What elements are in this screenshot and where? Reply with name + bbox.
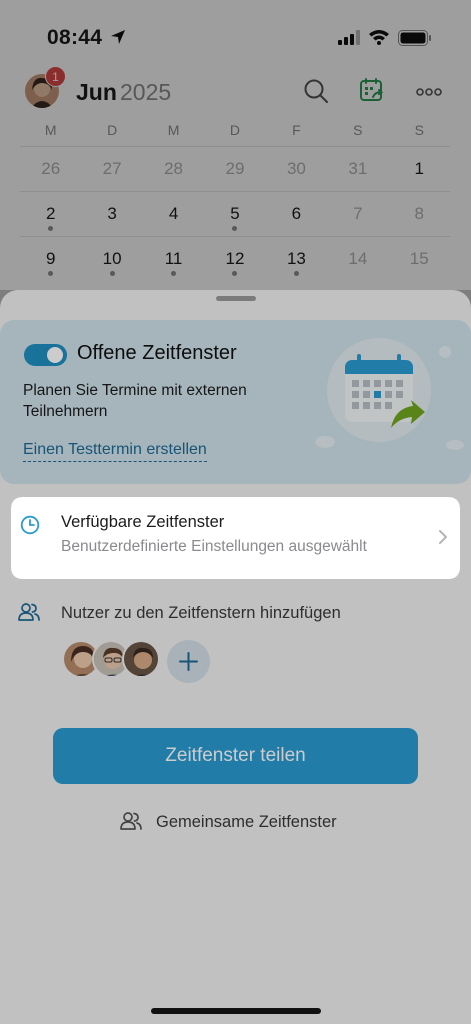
- users-icon: [18, 603, 40, 621]
- available-slots-row[interactable]: Verfügbare Zeitfenster Benutzerdefiniert…: [11, 497, 460, 579]
- available-slots-card[interactable]: Verfügbare Zeitfenster Benutzerdefiniert…: [11, 497, 460, 579]
- available-slots-subtitle: Benutzerdefinierte Einstellungen ausgewä…: [61, 538, 367, 555]
- clock-icon: [20, 515, 40, 535]
- available-slots-title: Verfügbare Zeitfenster: [61, 513, 225, 531]
- user-avatar[interactable]: [122, 640, 160, 678]
- open-slots-toggle[interactable]: [24, 344, 67, 366]
- promo-title: Offene Zeitfenster: [77, 342, 237, 364]
- test-appointment-link[interactable]: Einen Testtermin erstellen: [23, 441, 207, 462]
- add-users-label: Nutzer zu den Zeitfenstern hinzufügen: [61, 604, 341, 622]
- sheet-content: Offene Zeitfenster Planen Sie Termine mi…: [0, 290, 471, 1024]
- open-slots-promo: Offene Zeitfenster Planen Sie Termine mi…: [0, 320, 471, 484]
- promo-description: Planen Sie Termine mit externen Teilnehm…: [23, 382, 247, 420]
- chevron-right-icon: [439, 530, 447, 544]
- sheet-grabber[interactable]: [216, 296, 256, 301]
- people-icon: [120, 812, 142, 830]
- calendar-share-illustration-icon: [315, 338, 464, 450]
- common-slots-label: Gemeinsame Zeitfenster: [156, 813, 337, 831]
- share-slots-button[interactable]: Zeitfenster teilen: [53, 728, 418, 784]
- bottom-sheet: Offene Zeitfenster Planen Sie Termine mi…: [0, 290, 471, 1024]
- add-user-button[interactable]: [167, 640, 210, 683]
- home-indicator[interactable]: [151, 1008, 321, 1014]
- add-users-row[interactable]: Nutzer zu den Zeitfenstern hinzufügen: [0, 602, 471, 632]
- plus-icon: [179, 652, 198, 671]
